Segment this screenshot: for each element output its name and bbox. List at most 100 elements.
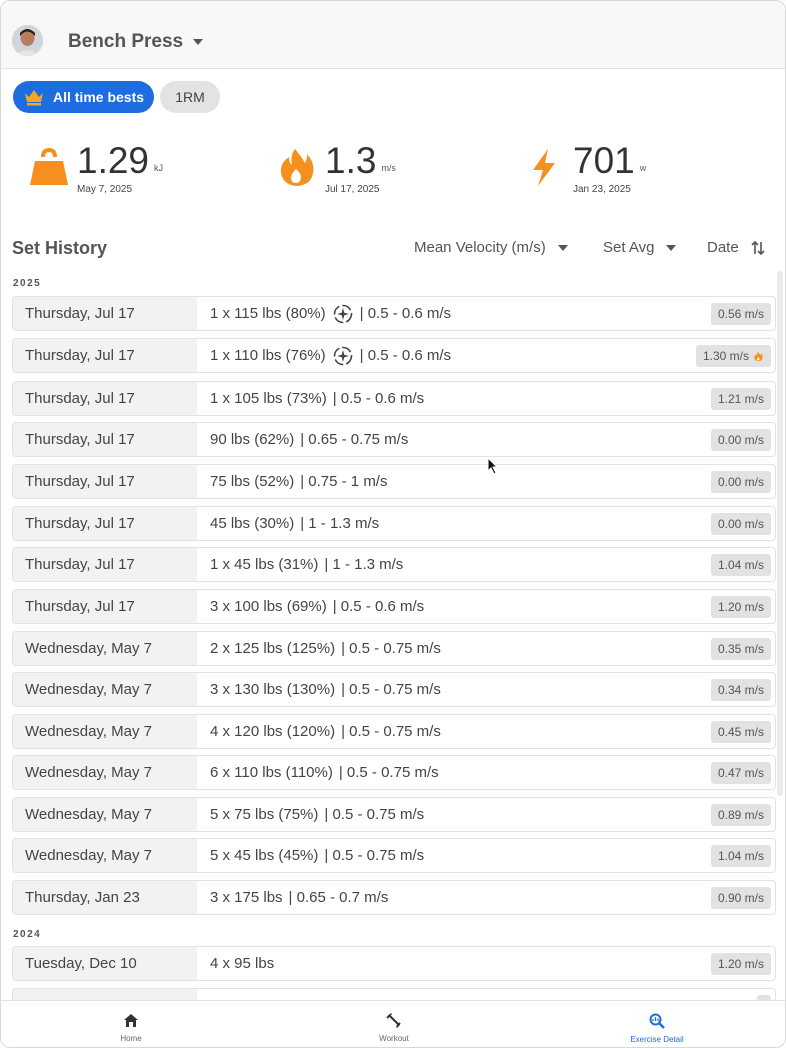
velocity-value: 0.34 m/s bbox=[717, 683, 764, 697]
chip-label: 1RM bbox=[175, 89, 205, 105]
row-reps-weight: 4 x 95 lbs bbox=[210, 955, 275, 972]
set-history-row[interactable]: Thursday, Jul 17 45 lbs (30%) | 1 - 1.3 m/… bbox=[12, 506, 776, 541]
velocity-badge: 0.34 m/s bbox=[710, 679, 771, 701]
nav-label: Home bbox=[120, 1034, 142, 1043]
velocity-badge: 0.47 m/s bbox=[710, 762, 771, 784]
set-history-row[interactable]: Thursday, Jul 17 1 x 105 lbs (73%) | 0.5 -… bbox=[12, 381, 776, 416]
nav-workout[interactable]: Workout bbox=[334, 1013, 454, 1043]
row-reps-weight: 5 x 45 lbs (45%) bbox=[210, 847, 319, 864]
velocity-value: 1.20 m/s bbox=[717, 957, 764, 971]
row-detail: 2 x 125 lbs (125%) | 0.5 - 0.75 m/s bbox=[210, 632, 441, 665]
set-history-row[interactable]: Wednesday, May 7 5 x 45 lbs (45%) | 0.5 - … bbox=[12, 838, 776, 873]
sort-button[interactable]: Date bbox=[707, 239, 765, 256]
flame-icon bbox=[754, 351, 763, 361]
row-target-velocity: | 0.5 - 0.6 m/s bbox=[359, 347, 452, 364]
row-date: Thursday, Jul 17 bbox=[13, 548, 197, 581]
nav-exercise-detail[interactable]: Exercise Detail bbox=[597, 1013, 717, 1044]
velocity-value: 0.47 m/s bbox=[717, 766, 764, 780]
chip-1rm[interactable]: 1RM bbox=[160, 81, 220, 113]
set-history-row[interactable]: Wednesday, May 7 4 x 120 lbs (120%) | 0.5 … bbox=[12, 714, 776, 749]
row-date: Thursday, Jul 17 bbox=[13, 507, 197, 540]
set-history-title: Set History bbox=[12, 238, 108, 258]
scrollbar[interactable] bbox=[777, 271, 783, 796]
dumbbell-icon bbox=[386, 1013, 401, 1028]
velocity-badge: 0.00 m/s bbox=[710, 471, 771, 493]
velocity-value: 0.45 m/s bbox=[717, 725, 764, 739]
velocity-value: 0.56 m/s bbox=[717, 307, 764, 321]
row-date: Wednesday, May 7 bbox=[13, 673, 197, 706]
velocity-value: 0.00 m/s bbox=[717, 475, 764, 489]
row-reps-weight: 2 x 125 lbs (125%) bbox=[210, 640, 336, 657]
set-history-row[interactable]: Wednesday, May 7 6 x 110 lbs (110%) | 0.5 … bbox=[12, 755, 776, 790]
metric-label: Mean Velocity (m/s) bbox=[414, 239, 546, 256]
row-date: Tuesday, Dec 10 bbox=[13, 947, 197, 980]
row-target-velocity: | 0.65 - 0.75 m/s bbox=[300, 431, 409, 448]
stat-power: 701 w Jan 23, 2025 bbox=[523, 142, 647, 195]
row-reps-weight: 4 x 120 lbs (120%) bbox=[210, 723, 336, 740]
velocity-badge: 1.20 m/s bbox=[710, 953, 771, 975]
stat-velocity: 1.3 m/s Jul 17, 2025 bbox=[275, 142, 396, 195]
chip-all-time-bests[interactable]: All time bests bbox=[13, 81, 154, 113]
set-history-row[interactable]: Thursday, Jul 17 1 x 45 lbs (31%) | 1 - 1.… bbox=[12, 547, 776, 582]
exercise-selector[interactable]: Bench Press bbox=[68, 31, 204, 53]
row-detail: 75 lbs (52%) | 0.75 - 1 m/s bbox=[210, 465, 387, 498]
row-reps-weight: 5 x 75 lbs (75%) bbox=[210, 806, 319, 823]
row-reps-weight: 1 x 115 lbs (80%) bbox=[210, 305, 326, 322]
velocity-badge: 1.04 m/s bbox=[710, 554, 771, 576]
row-target-velocity: | 0.5 - 0.75 m/s bbox=[341, 723, 441, 740]
app-frame: Bench Press All time bests 1RM 1.29 kJ M… bbox=[0, 0, 786, 1048]
stat-date: May 7, 2025 bbox=[77, 184, 133, 195]
row-detail: 45 lbs (30%) | 1 - 1.3 m/s bbox=[210, 507, 379, 540]
row-target-velocity: | 0.5 - 0.75 m/s bbox=[324, 806, 425, 823]
row-date: Thursday, Jul 17 bbox=[13, 465, 197, 498]
nav-label: Exercise Detail bbox=[630, 1035, 684, 1044]
row-reps-weight: 1 x 105 lbs (73%) bbox=[210, 390, 327, 407]
stat-date: Jan 23, 2025 bbox=[573, 184, 631, 195]
kettlebell-icon bbox=[30, 147, 68, 185]
set-history-row[interactable]: Wednesday, May 7 5 x 75 lbs (75%) | 0.5 - … bbox=[12, 797, 776, 832]
row-date: Wednesday, May 7 bbox=[13, 798, 197, 831]
bottom-navigation: Home Workout Exercise Detail bbox=[1, 1000, 785, 1047]
set-history-row[interactable]: Tuesday, Dec 10 4 x 95 lbs 1.20 m/s bbox=[12, 946, 776, 981]
row-date: Thursday, Jul 17 bbox=[13, 590, 197, 623]
velocity-value: 1.20 m/s bbox=[717, 600, 764, 614]
sort-arrows-icon bbox=[751, 240, 765, 255]
velocity-value: 1.04 m/s bbox=[717, 849, 764, 863]
row-date: Wednesday, May 7 bbox=[13, 839, 197, 872]
aggregate-dropdown[interactable]: Set Avg bbox=[603, 239, 677, 256]
row-target-velocity: | 0.5 - 0.75 m/s bbox=[338, 764, 439, 781]
home-icon bbox=[124, 1014, 138, 1027]
set-history-row[interactable]: Thursday, Jul 17 1 x 110 lbs (76%) | 0.5 -… bbox=[12, 338, 776, 373]
set-history-row[interactable]: Wednesday, May 7 2 x 125 lbs (125%) | 0.5 … bbox=[12, 631, 776, 666]
set-history-row[interactable]: Thursday, Jul 17 90 lbs (62%) | 0.65 - 0.7… bbox=[12, 422, 776, 457]
row-reps-weight: 6 x 110 lbs (110%) bbox=[210, 764, 333, 781]
row-detail: 1 x 105 lbs (73%) | 0.5 - 0.6 m/s bbox=[210, 382, 424, 415]
row-detail: 4 x 120 lbs (120%) | 0.5 - 0.75 m/s bbox=[210, 715, 441, 748]
metric-dropdown[interactable]: Mean Velocity (m/s) bbox=[414, 239, 568, 256]
set-history-row[interactable]: Thursday, Jul 17 75 lbs (52%) | 0.75 - 1 m… bbox=[12, 464, 776, 499]
caret-down-icon bbox=[193, 39, 204, 45]
crown-icon bbox=[24, 90, 43, 106]
velocity-value: 0.90 m/s bbox=[717, 891, 764, 905]
velocity-badge: 0.00 m/s bbox=[710, 513, 771, 535]
row-date: Wednesday, May 7 bbox=[13, 756, 197, 789]
row-target-velocity: | 0.5 - 0.75 m/s bbox=[341, 681, 441, 698]
row-detail: 5 x 45 lbs (45%) | 0.5 - 0.75 m/s bbox=[210, 839, 424, 872]
year-header: 2024 bbox=[13, 929, 42, 940]
row-date: Thursday, Jan 23 bbox=[13, 881, 197, 914]
row-date: Wednesday, May 7 bbox=[13, 632, 197, 665]
row-reps-weight: 75 lbs (52%) bbox=[210, 473, 295, 490]
stat-unit: w bbox=[639, 163, 647, 173]
row-reps-weight: 3 x 100 lbs (69%) bbox=[210, 598, 327, 615]
nav-home[interactable]: Home bbox=[71, 1013, 191, 1043]
row-detail: 3 x 100 lbs (69%) | 0.5 - 0.6 m/s bbox=[210, 590, 424, 623]
set-history-row[interactable]: Thursday, Jan 23 3 x 175 lbs | 0.65 - 0.7 … bbox=[12, 880, 776, 915]
avatar[interactable] bbox=[12, 25, 43, 56]
row-date: Thursday, Jul 17 bbox=[13, 382, 197, 415]
stat-unit: kJ bbox=[154, 163, 164, 173]
set-history-row[interactable]: Wednesday, May 7 3 x 130 lbs (130%) | 0.5 … bbox=[12, 672, 776, 707]
set-history-row[interactable]: Thursday, Jul 17 1 x 115 lbs (80%) | 0.5 -… bbox=[12, 296, 776, 331]
velocity-badge: 1.04 m/s bbox=[710, 845, 771, 867]
set-history-row[interactable]: Thursday, Jul 17 3 x 100 lbs (69%) | 0.5 -… bbox=[12, 589, 776, 624]
row-detail: 1 x 110 lbs (76%) | 0.5 - 0.6 m/s bbox=[210, 339, 451, 372]
